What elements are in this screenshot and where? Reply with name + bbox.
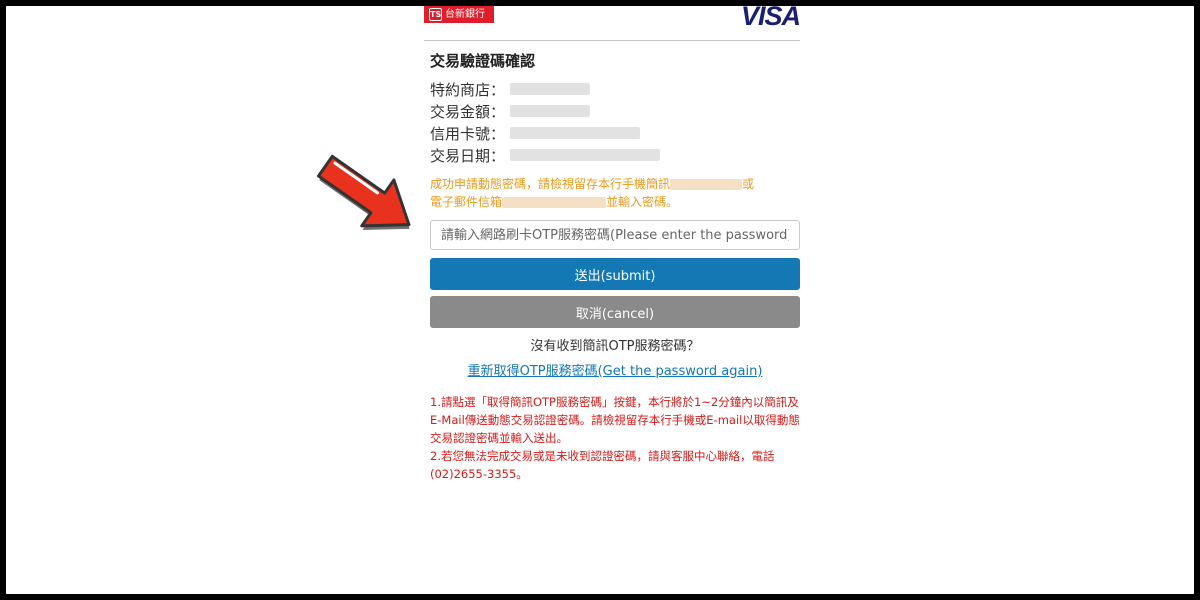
bank-logo: TS 台新銀行: [424, 6, 494, 23]
date-row: 交易日期：: [430, 144, 660, 166]
card-label: 信用卡號：: [430, 124, 506, 143]
amount-label: 交易金額：: [430, 102, 506, 121]
email-redacted: [502, 197, 607, 208]
help-notes: 1.請點選「取得簡訊OTP服務密碼」按鍵，本行將於1~2分鐘內以簡訊及E-Mai…: [430, 393, 806, 483]
resend-otp-link[interactable]: 重新取得OTP服務密碼(Get the password again): [430, 360, 800, 379]
notice-line1-end: 或: [742, 177, 755, 191]
otp-sent-notice: 成功申請動態密碼，請檢視留存本行手機簡訊 或 電子郵件信箱 並輸入密碼。: [430, 175, 800, 211]
otp-password-input[interactable]: [430, 220, 800, 250]
visa-logo: VISA: [740, 1, 801, 31]
help-item-2: 2.若您無法完成交易或是未收到認證密碼，請與客服中心聯絡，電話(02)2655-…: [430, 449, 775, 481]
amount-value-redacted: [510, 105, 590, 117]
submit-button[interactable]: 送出(submit): [430, 258, 800, 290]
merchant-label: 特約商店：: [430, 80, 506, 99]
page-title: 交易驗證碼確認: [430, 52, 536, 70]
card-value-redacted: [510, 127, 640, 139]
notice-line2: 電子郵件信箱: [430, 195, 503, 209]
notice-line1: 成功申請動態密碼，請檢視留存本行手機簡訊: [430, 177, 671, 191]
pointer-arrow-icon: [317, 154, 411, 230]
date-label: 交易日期：: [430, 146, 506, 165]
page-frame: TS 台新銀行 VISA 交易驗證碼確認 特約商店： 交易金額： 信用卡號： 交…: [6, 1, 1194, 594]
bank-logo-mark: TS: [429, 8, 442, 21]
transaction-info: 特約商店： 交易金額： 信用卡號： 交易日期：: [430, 78, 660, 166]
phone-redacted: [670, 179, 743, 190]
notice-line2-end: 並輸入密碼。: [606, 195, 679, 209]
card-row: 信用卡號：: [430, 122, 660, 144]
header: TS 台新銀行 VISA: [424, 1, 801, 41]
merchant-row: 特約商店：: [430, 78, 660, 100]
no-sms-text: 沒有收到簡訊OTP服務密碼？: [530, 339, 700, 354]
merchant-value-redacted: [510, 83, 590, 95]
help-item-1: 1.請點選「取得簡訊OTP服務密碼」按鍵，本行將於1~2分鐘內以簡訊及E-Mai…: [430, 395, 800, 445]
amount-row: 交易金額：: [430, 100, 660, 122]
bank-name: 台新銀行: [445, 9, 485, 20]
otp-verification-panel: TS 台新銀行 VISA 交易驗證碼確認 特約商店： 交易金額： 信用卡號： 交…: [424, 1, 801, 481]
cancel-button[interactable]: 取消(cancel): [430, 296, 800, 328]
date-value-redacted: [510, 149, 660, 161]
